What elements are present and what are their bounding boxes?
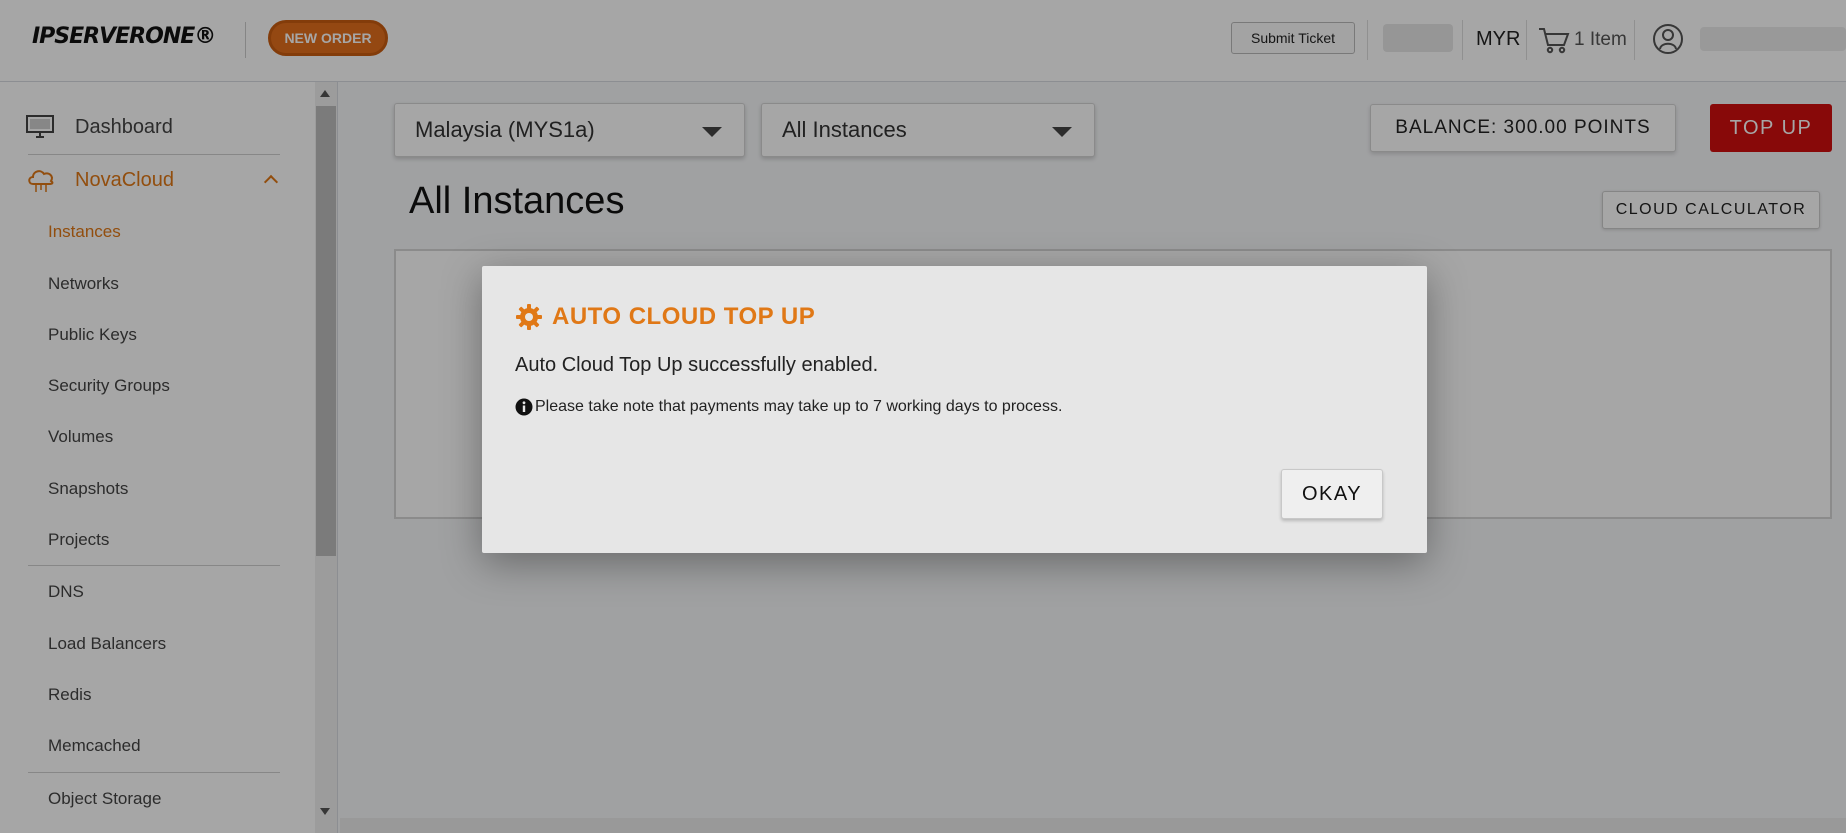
- gear-icon: [516, 304, 542, 330]
- modal-title: AUTO CLOUD TOP UP: [515, 303, 815, 331]
- modal-message: Auto Cloud Top Up successfully enabled.: [515, 354, 879, 376]
- auto-top-up-modal: AUTO CLOUD TOP UP Auto Cloud Top Up succ…: [482, 266, 1427, 553]
- modal-title-text: AUTO CLOUD TOP UP: [552, 303, 816, 330]
- modal-note-text: Please take note that payments may take …: [535, 398, 1063, 415]
- info-icon: [515, 398, 533, 416]
- okay-button[interactable]: OKAY: [1281, 469, 1383, 519]
- modal-note: Please take note that payments may take …: [515, 398, 1062, 416]
